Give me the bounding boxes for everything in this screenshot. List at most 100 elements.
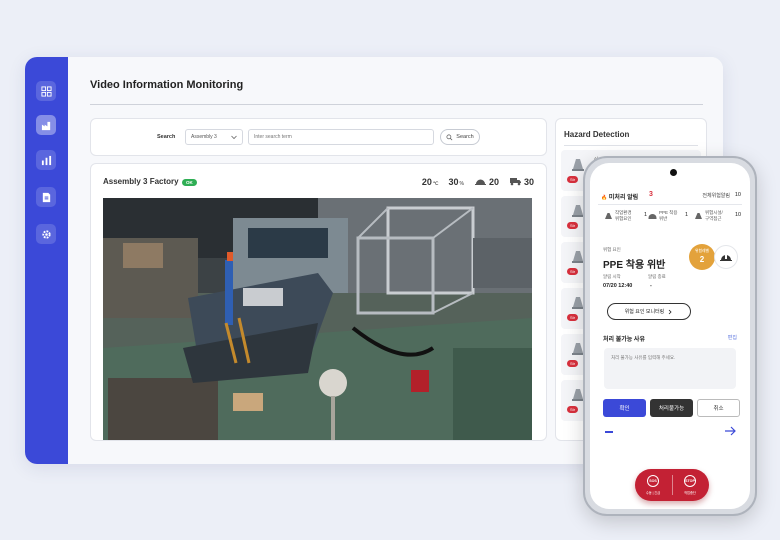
mobile-title-text: 미처리 알림 [608,195,639,201]
mobile-header: 🔥 미처리 알림 3 전체위험알림 10 작업환경 위험요인 1 PPE 착용 … [590,181,750,241]
humidity-unit: % [459,181,464,187]
monitor-hazard-label: 위험 요인 모니터링 [624,309,665,315]
stop-button[interactable]: STOP [684,475,696,487]
camera-card: Assembly 3 Factory OK 20℃ 30% 20 30 [90,163,547,441]
end-time-value: - [650,283,652,289]
search-button-label: Search [456,134,474,140]
bar-chart-icon [41,155,51,165]
mobile-title: 🔥 미처리 알림 [601,192,638,201]
search-bar: Search Assembly 3 Search [90,118,547,156]
camera-stats: 20℃ 30% 20 30 [422,177,534,187]
helmet-stat: 20 [474,177,499,187]
search-input[interactable] [248,129,434,145]
reason-textarea[interactable] [604,348,736,389]
category-label-1: 위험시설/ [705,210,723,215]
alarm-tag: Str [567,222,579,229]
stop-label: 작업중단 [684,491,696,495]
alarm-tag: Str [567,268,579,275]
category-label-1: PPE 착용 [659,210,678,215]
helmet-icon [474,179,486,185]
sidebar-item-monitoring[interactable] [36,115,56,135]
page-indicator [605,431,613,433]
fire-icon: 🔥 [601,195,608,201]
sos-button[interactable]: SOS [647,475,659,487]
confirm-button[interactable]: 확인 [603,399,646,417]
search-icon [446,134,453,140]
factory-icon [41,121,50,130]
category-work-environment[interactable]: 작업환경 위험요인 1 [605,210,647,221]
header-divider [598,204,742,205]
arrow-right-icon[interactable] [723,424,737,438]
unable-button[interactable]: 처리불가능 [650,399,693,417]
emergency-pill: SOS 수동 | 긴급 STOP 작업중단 [635,469,709,501]
alarm-tag: Str [567,314,579,321]
category-label-2: 위험요인 [615,215,632,221]
search-label: Search [157,134,176,140]
category-label-2: 구역접근 [705,215,722,221]
location-select[interactable]: Assembly 3 [185,129,243,145]
chevron-down-icon [231,135,237,140]
gear-icon [41,229,51,239]
traffic-cone-icon [572,159,584,171]
page-title: Video Information Monitoring [90,79,244,91]
monitor-hazard-button[interactable]: 위험 요인 모니터링 [607,303,691,320]
helmet-count: 20 [488,177,499,187]
category-ppe-violation[interactable]: PPE 착용 위반 1 [648,210,688,221]
vehicle-stat: 30 [509,177,534,187]
factory-scene-image [103,198,532,440]
hazard-factor-value: PPE 착용 위반 [603,260,666,271]
sidebar-item-statistics[interactable] [36,150,56,170]
search-button[interactable]: Search [440,129,480,145]
category-label-1: 작업환경 [615,210,632,215]
reason-edit-link[interactable]: 편집 [728,334,737,341]
sidebar [25,57,68,464]
alarm-tag: Str [567,406,579,413]
category-count: 1 [685,212,689,218]
camera-name: Assembly 3 Factory [103,177,179,186]
alarm-tag: Str [567,176,579,183]
warning-cone-icon [605,213,612,219]
unprocessed-count: 3 [649,191,653,198]
sidebar-item-settings[interactable] [36,224,56,244]
hazard-divider [564,145,698,146]
hazard-panel-title: Hazard Detection [564,130,630,139]
pill-divider [672,475,673,495]
hazard-level-value: 2 [699,255,705,264]
grid-icon [40,85,52,97]
temperature-stat: 20℃ [422,177,439,187]
document-icon [42,192,50,202]
mobile-phone: 🔥 미처리 알림 3 전체위험알림 10 작업환경 위험요인 1 PPE 착용 … [583,156,757,516]
cancel-button[interactable]: 취소 [697,399,740,417]
phone-camera [670,169,677,176]
helmet-icon [648,214,657,219]
humidity-stat: 30% [449,177,464,187]
category-count: 1 [644,212,648,218]
title-divider [90,104,703,105]
temperature-value: 20 [421,177,432,187]
vehicle-count: 30 [523,177,534,187]
category-facility-access[interactable]: 위험시설/ 구역접근 10 [695,210,741,221]
location-select-value: Assembly 3 [191,134,217,140]
truck-icon [509,178,521,186]
mobile-screen: 🔥 미처리 알림 3 전체위험알림 10 작업환경 위험요인 1 PPE 착용 … [590,163,750,509]
sidebar-item-dashboard[interactable] [36,81,56,101]
reason-title: 처리 불가능 사유 [603,337,645,343]
helmet-icon [720,254,732,261]
category-count: 10 [735,212,742,218]
hazard-level-label: 위험레벨 [695,249,709,253]
alert-detail-card: 위험 요인 PPE 착용 위반 위험레벨 2 알림 시작 알림 종료 07/20… [598,241,742,471]
hazard-level-badge: 위험레벨 2 [689,244,715,270]
alarm-tag: Str [567,360,579,367]
humidity-value: 30 [448,177,459,187]
category-label-2: 위반 [659,215,668,221]
helmet-badge [714,245,738,269]
barrier-icon [695,213,702,219]
camera-feed[interactable] [103,198,532,440]
sos-label: 수동 | 긴급 [645,491,661,495]
temperature-unit: ℃ [432,181,439,187]
sidebar-item-reports[interactable] [36,187,56,207]
total-alert-count: 10 [734,192,741,198]
end-time-label: 알림 종료 [648,274,666,279]
start-time-value: 07/20 12:40 [603,283,633,289]
hazard-factor-label: 위험 요인 [603,247,621,252]
